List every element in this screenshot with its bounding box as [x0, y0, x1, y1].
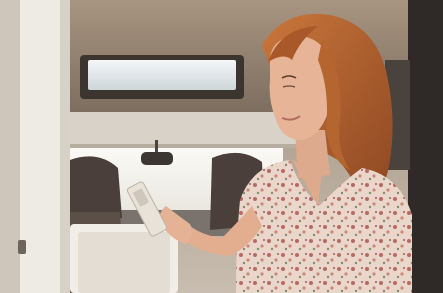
right-wall: [408, 0, 443, 293]
skylight: [80, 55, 244, 99]
photo-scene: [0, 0, 443, 293]
door-frame: [0, 0, 70, 293]
photo-illustration: [0, 0, 443, 293]
